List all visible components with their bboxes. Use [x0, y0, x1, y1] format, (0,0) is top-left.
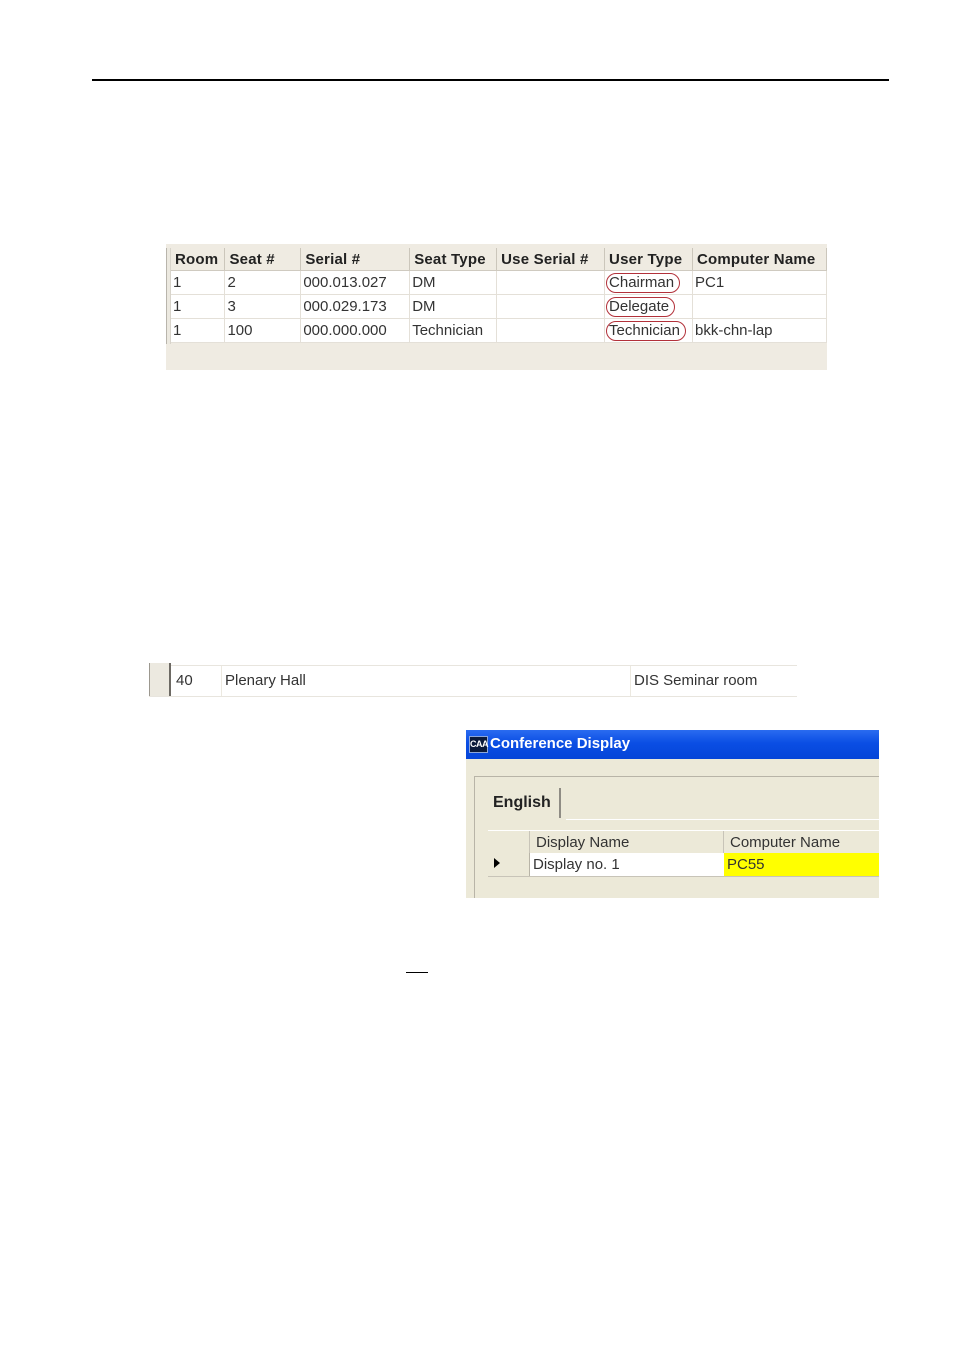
column-header-serial[interactable]: Serial # [300, 248, 411, 271]
cell-serial[interactable]: 000.013.027 [300, 270, 411, 295]
conference-display-window: CAA Conference Display English Display N… [466, 730, 879, 898]
row-header[interactable] [149, 663, 171, 696]
column-divider [723, 831, 724, 853]
title-bar[interactable]: CAA Conference Display [466, 730, 879, 759]
cell-seat-type[interactable]: DM [409, 270, 498, 295]
cell-computer-name[interactable]: bkk-chn-lap [692, 318, 828, 343]
user-type-highlight: Delegate [606, 296, 676, 317]
column-header-seat[interactable]: Seat # [224, 248, 302, 271]
cell-seat[interactable]: 3 [224, 294, 302, 319]
header-rule [92, 79, 889, 81]
room-number[interactable]: 40 [176, 672, 193, 689]
seat-table: Room Seat # Serial # Seat Type Use Seria… [171, 248, 828, 343]
seat-table-header: Room Seat # Serial # Seat Type Use Seria… [171, 248, 828, 271]
app-icon: CAA [469, 736, 489, 753]
cell-seat-type[interactable]: Technician [409, 318, 498, 343]
table-row[interactable]: 1 100 000.000.000 Technician Technician … [171, 318, 828, 343]
cell-user-type[interactable]: Technician [604, 318, 693, 343]
cell-display-name[interactable]: Display no. 1 [533, 856, 620, 873]
column-header-display-name[interactable]: Display Name [536, 834, 629, 851]
user-type-highlight: Technician [606, 320, 686, 341]
column-divider [221, 666, 222, 696]
seat-grid: Room Seat # Serial # Seat Type Use Seria… [166, 244, 828, 370]
cell-computer-name[interactable]: PC55 [724, 853, 879, 876]
table-row[interactable]: Display no. 1 PC55 [488, 853, 879, 877]
column-header-computer-name[interactable]: Computer Name [692, 248, 828, 271]
window-title: Conference Display [490, 735, 631, 752]
user-type-highlight: Chairman [606, 272, 681, 293]
cell-seat[interactable]: 100 [224, 318, 302, 343]
cell-serial[interactable]: 000.000.000 [300, 318, 411, 343]
cell-user-type[interactable]: Chairman [604, 270, 693, 295]
column-header-user-type[interactable]: User Type [604, 248, 693, 271]
current-row-arrow-icon [494, 858, 500, 868]
cell-room[interactable]: 1 [171, 318, 226, 343]
room-row[interactable]: 40 Plenary Hall DIS Seminar room [149, 663, 797, 697]
cell-seat[interactable]: 2 [224, 270, 302, 295]
cell-user-type[interactable]: Delegate [604, 294, 693, 319]
cell-use-serial[interactable] [496, 270, 606, 295]
cell-computer-name[interactable]: PC1 [692, 270, 828, 295]
short-rule [406, 972, 428, 973]
column-divider [630, 666, 631, 696]
room-description[interactable]: DIS Seminar room [634, 672, 757, 689]
cell-seat-type[interactable]: DM [409, 294, 498, 319]
tab-divider [566, 819, 879, 820]
cell-computer-name[interactable] [692, 294, 828, 319]
cell-use-serial[interactable] [496, 318, 606, 343]
cell-room[interactable]: 1 [171, 270, 226, 295]
table-row[interactable]: 1 3 000.029.173 DM Delegate [171, 294, 828, 319]
computer-name-value: PC55 [727, 856, 765, 873]
column-header-room[interactable]: Room [171, 248, 226, 271]
cell-room[interactable]: 1 [171, 294, 226, 319]
column-header-computer-name[interactable]: Computer Name [730, 834, 840, 851]
display-grid-header: Display Name Computer Name [488, 830, 879, 854]
column-header-use-serial[interactable]: Use Serial # [496, 248, 606, 271]
cell-serial[interactable]: 000.029.173 [300, 294, 411, 319]
room-name[interactable]: Plenary Hall [225, 672, 306, 689]
row-selector[interactable] [488, 853, 530, 876]
column-divider [529, 831, 530, 853]
table-row[interactable]: 1 2 000.013.027 DM Chairman PC1 [171, 270, 828, 295]
tab-english[interactable]: English [485, 788, 561, 818]
cell-use-serial[interactable] [496, 294, 606, 319]
column-header-seat-type[interactable]: Seat Type [409, 248, 498, 271]
